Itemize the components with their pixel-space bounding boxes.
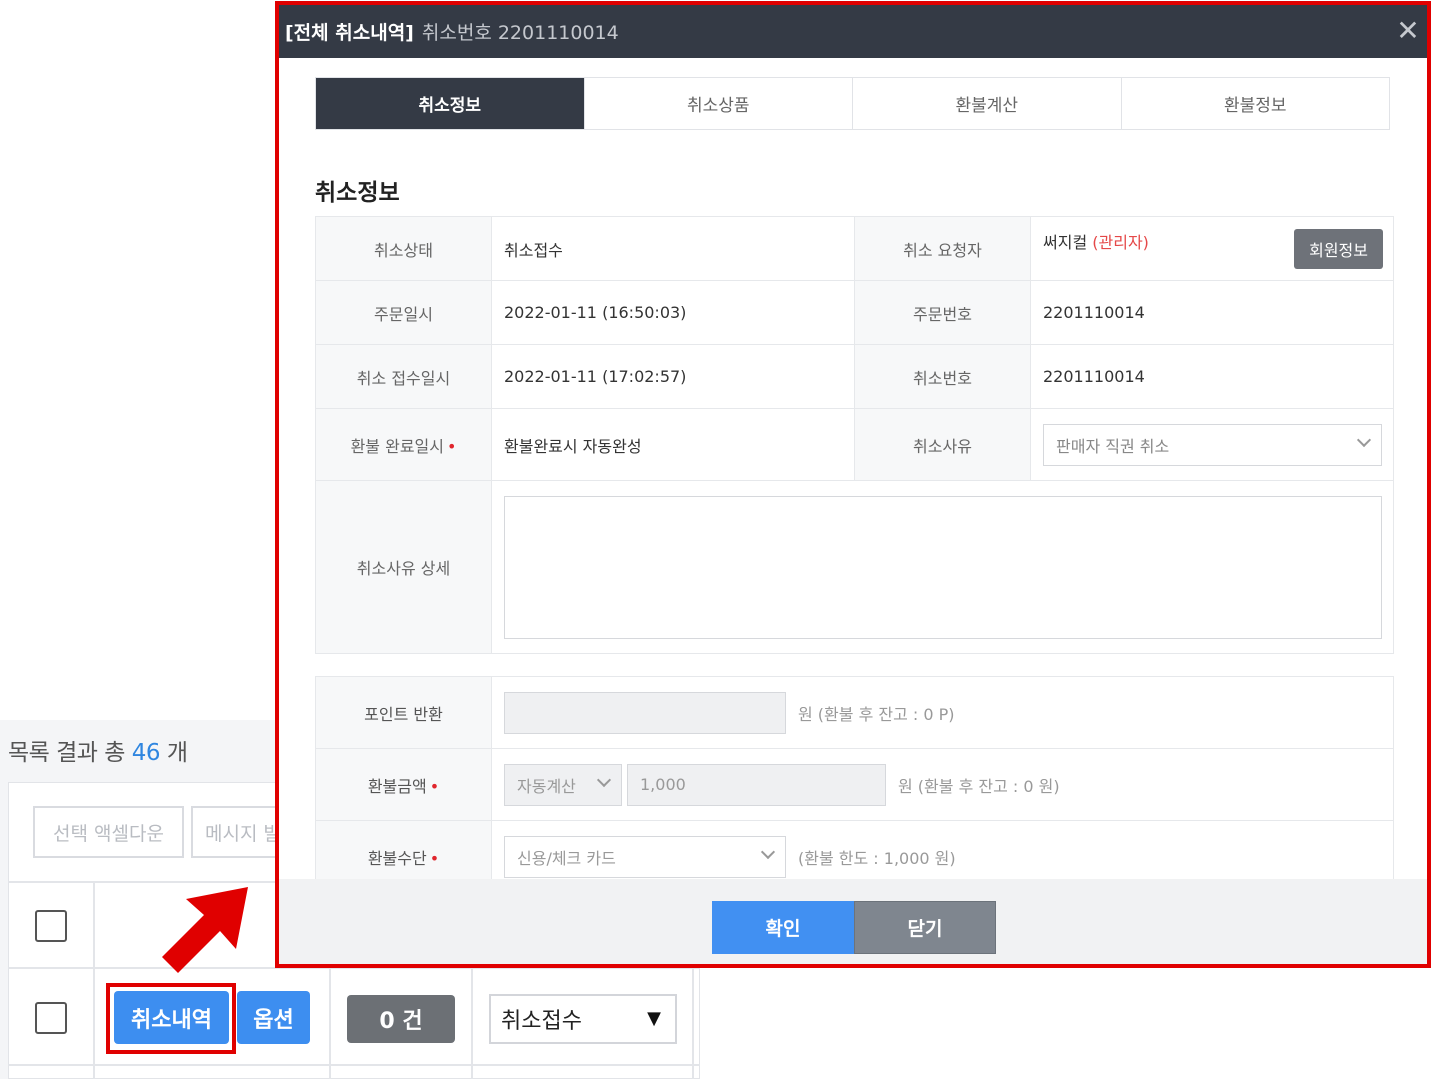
refund-amount-mode-value: 자동계산 [517, 776, 576, 796]
status-select-value: 취소접수 [501, 1009, 582, 1034]
cancel-status-value: 취소접수 [491, 216, 855, 281]
table-row: 환불금액 • 자동계산 1,000 원 (환불 후 잔고 : 0 원) [315, 748, 1394, 821]
required-dot-icon: • [429, 776, 440, 796]
cancel-info-table: 취소상태 취소접수 취소 요청자 써지컬 (관리자) 회원정보 주문일시 202… [315, 216, 1394, 654]
result-summary: 목록 결과 총 46 개 [8, 733, 188, 767]
status-select[interactable]: 취소접수 ▼ [489, 994, 677, 1044]
close-button[interactable]: 닫기 [854, 901, 996, 954]
chevron-down-icon: ▼ [647, 1008, 661, 1029]
refund-method-value: 신용/체크 카드 [517, 848, 616, 868]
cancel-no-value: 2201110014 [1030, 344, 1394, 409]
grid-divider [692, 967, 694, 1079]
refund-method-row: 신용/체크 카드 (환불 한도 : 1,000 원) [504, 835, 1393, 878]
refund-method-note: (환불 한도 : 1,000 원) [798, 848, 956, 868]
refund-amount-cell: 자동계산 1,000 원 (환불 후 잔고 : 0 원) [491, 748, 1394, 821]
refund-method-select[interactable]: 신용/체크 카드 [504, 835, 786, 878]
result-count: 46 [131, 740, 161, 766]
requester-label: 취소 요청자 [854, 216, 1031, 281]
order-date-label: 주문일시 [315, 280, 492, 345]
cancel-status-label: 취소상태 [315, 216, 492, 281]
required-dot-icon: • [446, 436, 457, 456]
refund-complete-label-text: 환불 완료일시 [350, 436, 444, 456]
order-no-value: 2201110014 [1030, 280, 1394, 345]
result-prefix: 목록 결과 총 [8, 740, 132, 766]
member-info-button[interactable]: 회원정보 [1294, 228, 1383, 269]
required-dot-icon: • [429, 848, 440, 868]
highlight-box [106, 983, 236, 1054]
cancel-no-label: 취소번호 [854, 344, 1031, 409]
row-checkbox[interactable] [35, 1002, 67, 1034]
refund-amount-label-text: 환불금액 [367, 776, 427, 796]
table-row: 환불 완료일시 • 환불완료시 자동완성 취소사유 판매자 직권 취소 [315, 408, 1394, 481]
requester-cell: 써지컬 (관리자) 회원정보 [1030, 216, 1394, 281]
tab-cancel-info[interactable]: 취소정보 [316, 78, 585, 129]
chevron-down-icon [596, 772, 612, 787]
refund-method-label-text: 환불수단 [367, 848, 427, 868]
section-title: 취소정보 [315, 180, 400, 206]
refund-amount-input[interactable]: 1,000 [627, 763, 886, 806]
table-row: 취소상태 취소접수 취소 요청자 써지컬 (관리자) 회원정보 [315, 216, 1394, 281]
order-date-value: 2022-01-11 (16:50:03) [491, 280, 855, 345]
refund-complete-value: 환불완료시 자동완성 [491, 408, 855, 481]
count-badge: 0 건 [347, 995, 455, 1043]
option-button[interactable]: 옵션 [237, 991, 310, 1044]
result-suffix: 개 [160, 740, 188, 766]
point-return-note: 원 (환불 후 잔고 : 0 P) [798, 704, 955, 724]
grid-divider [329, 967, 331, 1079]
point-return-cell: 원 (환불 후 잔고 : 0 P) [491, 676, 1394, 749]
modal-header: [전체 취소내역] 취소번호 2201110014 ✕ [279, 5, 1427, 58]
chevron-down-icon [760, 844, 776, 859]
refund-amount-row: 자동계산 1,000 원 (환불 후 잔고 : 0 원) [504, 763, 1393, 806]
cancel-reason-detail-label: 취소사유 상세 [315, 480, 492, 654]
cancel-reason-label: 취소사유 [854, 408, 1031, 481]
modal-footer: 확인 닫기 [279, 879, 1427, 964]
pointer-arrow-icon [156, 885, 256, 977]
close-icon[interactable]: ✕ [1393, 14, 1423, 47]
refund-amount-note: 원 (환불 후 잔고 : 0 원) [898, 776, 1060, 796]
excel-download-button[interactable]: 선택 액셀다운 [33, 806, 184, 858]
table-row: 포인트 반환 원 (환불 후 잔고 : 0 P) [315, 676, 1394, 749]
cancel-received-label: 취소 접수일시 [315, 344, 492, 409]
modal-title: [전체 취소내역] [285, 22, 414, 44]
cancel-reason-select[interactable]: 판매자 직권 취소 [1043, 423, 1382, 466]
grid-divider [93, 881, 95, 1079]
order-no-label: 주문번호 [854, 280, 1031, 345]
cancel-received-value: 2022-01-11 (17:02:57) [491, 344, 855, 409]
modal-subtitle: 취소번호 2201110014 [421, 22, 619, 44]
cancel-reason-detail-cell [491, 480, 1394, 654]
cancel-reason-value: 판매자 직권 취소 [1056, 436, 1170, 456]
requester-name: 써지컬 [1043, 232, 1088, 252]
select-all-checkbox[interactable] [35, 910, 67, 942]
point-return-row: 원 (환불 후 잔고 : 0 P) [504, 691, 1393, 734]
table-row: 취소 접수일시 2022-01-11 (17:02:57) 취소번호 22011… [315, 344, 1394, 409]
cancel-history-modal: [전체 취소내역] 취소번호 2201110014 ✕ 취소정보 취소상품 환불… [275, 1, 1431, 968]
cancel-reason-cell: 판매자 직권 취소 [1030, 408, 1394, 481]
grid-divider [471, 967, 473, 1079]
refund-amount-label: 환불금액 • [315, 748, 492, 821]
tab-cancel-products[interactable]: 취소상품 [584, 78, 853, 129]
point-return-input[interactable] [504, 691, 786, 734]
refund-table: 포인트 반환 원 (환불 후 잔고 : 0 P) 환불금액 • 자동계산 1,0… [315, 676, 1394, 893]
message-button[interactable]: 메시지 발 [191, 806, 281, 858]
chevron-down-icon [1356, 432, 1372, 447]
confirm-button[interactable]: 확인 [712, 901, 854, 954]
grid-divider [8, 1064, 700, 1066]
table-row: 주문일시 2022-01-11 (16:50:03) 주문번호 22011100… [315, 280, 1394, 345]
screenshot-stage: 목록 결과 총 46 개 선택 액셀다운 메시지 발 취소내역 옵션 0 건 취… [0, 0, 1432, 1079]
refund-amount-mode-select[interactable]: 자동계산 [504, 763, 622, 806]
tab-refund-calc[interactable]: 환불계산 [853, 78, 1122, 129]
requester-role: (관리자) [1092, 232, 1149, 252]
point-return-label: 포인트 반환 [315, 676, 492, 749]
cancel-reason-detail-textarea[interactable] [504, 495, 1382, 639]
tab-refund-info[interactable]: 환불정보 [1121, 78, 1389, 129]
table-row: 취소사유 상세 [315, 480, 1394, 654]
modal-tabs: 취소정보 취소상품 환불계산 환불정보 [315, 77, 1390, 130]
refund-complete-label: 환불 완료일시 • [315, 408, 492, 481]
